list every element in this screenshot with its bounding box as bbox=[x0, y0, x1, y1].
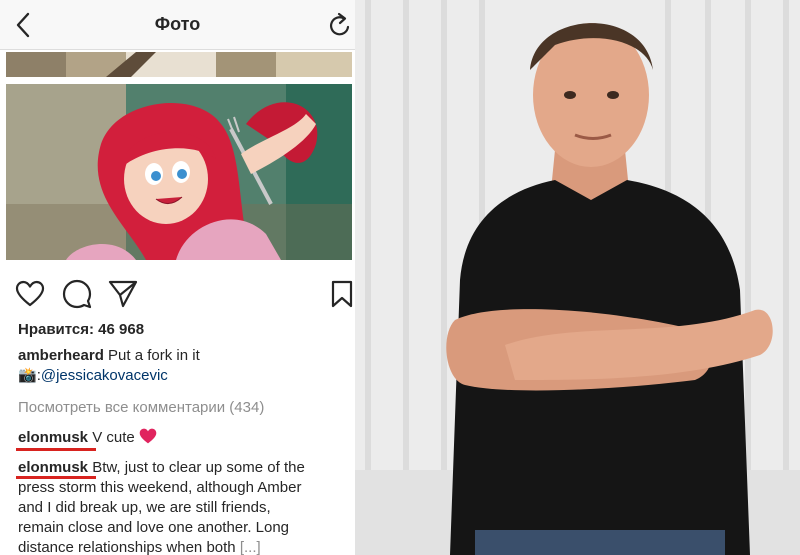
heart-emoji-icon bbox=[139, 428, 157, 444]
comment-text-line: press storm this weekend, although Amber bbox=[18, 479, 302, 496]
likes-count[interactable]: Нравится: 46 968 bbox=[18, 320, 144, 340]
send-icon[interactable] bbox=[108, 279, 138, 309]
post-caption: amberheard Put a fork in it bbox=[18, 346, 200, 366]
post-actions-bar bbox=[0, 272, 355, 316]
comment-username[interactable]: elonmusk bbox=[18, 429, 88, 446]
comment-text-line: distance relationships when both [...] bbox=[18, 538, 261, 555]
comment-icon[interactable] bbox=[62, 279, 92, 309]
credit-mention-link[interactable]: @jessicakovacevic bbox=[41, 367, 168, 384]
post-image[interactable] bbox=[6, 84, 352, 260]
camera-icon: 📸 bbox=[18, 367, 37, 384]
comment-text-line: Btw, just to clear up some of the bbox=[88, 459, 305, 476]
comment-text-end: distance relationships when both bbox=[18, 539, 240, 555]
reload-icon[interactable] bbox=[327, 11, 353, 39]
highlight-underline bbox=[16, 448, 96, 451]
previous-post-image[interactable] bbox=[6, 52, 352, 77]
comment-item: elonmusk V cute bbox=[18, 428, 157, 448]
more-link[interactable]: [...] bbox=[240, 539, 261, 555]
comment-username[interactable]: elonmusk bbox=[18, 459, 88, 476]
caption-text: Put a fork in it bbox=[103, 347, 200, 364]
photo-credit: 📸:@jessicakovacevic bbox=[18, 366, 168, 386]
bookmark-icon[interactable] bbox=[330, 279, 354, 309]
post-author-username[interactable]: amberheard bbox=[18, 347, 104, 364]
comment-text-line: remain close and love one another. Long bbox=[18, 519, 290, 536]
portrait-photo bbox=[355, 0, 800, 555]
comment-item: elonmusk Btw, just to clear up some of t… bbox=[18, 458, 305, 478]
view-all-comments-link[interactable]: Посмотреть все комментарии (434) bbox=[18, 398, 264, 418]
comment-text-line: and I did break up, we are still friends… bbox=[18, 499, 271, 516]
instagram-screen: Фото Нравится: 46 968 amberheard Put a f… bbox=[0, 0, 355, 555]
nav-bar: Фото bbox=[0, 0, 355, 50]
heart-icon[interactable] bbox=[15, 279, 45, 309]
comment-text: V cute bbox=[88, 429, 139, 446]
page-title: Фото bbox=[154, 14, 201, 34]
